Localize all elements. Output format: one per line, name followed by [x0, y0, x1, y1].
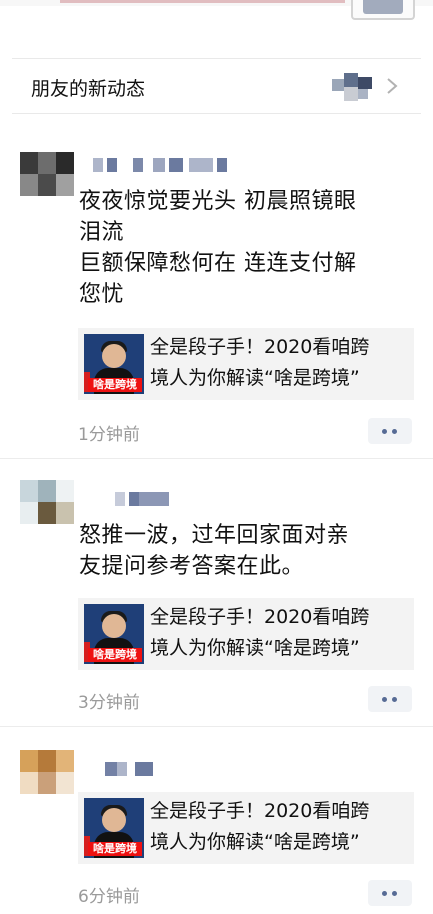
post-divider: [0, 458, 433, 459]
more-actions-button[interactable]: [368, 880, 412, 906]
friends-updates-row[interactable]: 朋友的新动态: [12, 58, 421, 114]
nickname-blurred[interactable]: [93, 762, 273, 780]
nickname-blurred[interactable]: [93, 492, 273, 510]
avatar[interactable]: [20, 480, 74, 524]
post-time: 6分钟前: [78, 887, 140, 907]
avatar[interactable]: [20, 750, 74, 794]
article-title: 全是段子手！2020看咱跨 境人为你解读“啥是跨境”: [150, 336, 370, 389]
more-actions-button[interactable]: [368, 418, 412, 444]
post-text: 怒推一波，过年回家面对亲 友提问参考答案在此。: [79, 523, 350, 579]
post-text: 夜夜惊觉要光头 初晨照镜眼 泪流 巨额保障愁何在 连连支付解 您忧: [79, 189, 357, 307]
post-divider: [0, 726, 433, 727]
article-title: 全是段子手！2020看咱跨 境人为你解读“啥是跨境”: [150, 606, 370, 659]
more-actions-button[interactable]: [368, 686, 412, 712]
top-bar-fragment: [60, 0, 345, 3]
article-thumbnail: 啥是跨境: [84, 798, 144, 858]
nickname-blurred[interactable]: [93, 158, 273, 176]
article-thumbnail: 啥是跨境: [84, 604, 144, 664]
shared-article-card[interactable]: 啥是跨境 全是段子手！2020看咱跨 境人为你解读“啥是跨境”: [78, 792, 414, 864]
chevron-right-icon: [387, 78, 398, 94]
shared-article-card[interactable]: 啥是跨境 全是段子手！2020看咱跨 境人为你解读“啥是跨境”: [78, 328, 414, 400]
top-image-thumbnail[interactable]: [351, 0, 415, 20]
friends-updates-label: 朋友的新动态: [31, 78, 146, 100]
article-title: 全是段子手！2020看咱跨 境人为你解读“啥是跨境”: [150, 800, 370, 853]
post-time: 3分钟前: [78, 693, 140, 713]
post-time: 1分钟前: [78, 425, 140, 445]
avatar[interactable]: [20, 152, 74, 196]
article-thumbnail: 啥是跨境: [84, 334, 144, 394]
shared-article-card[interactable]: 啥是跨境 全是段子手！2020看咱跨 境人为你解读“啥是跨境”: [78, 598, 414, 670]
friend-avatar-blurred: [332, 73, 380, 101]
